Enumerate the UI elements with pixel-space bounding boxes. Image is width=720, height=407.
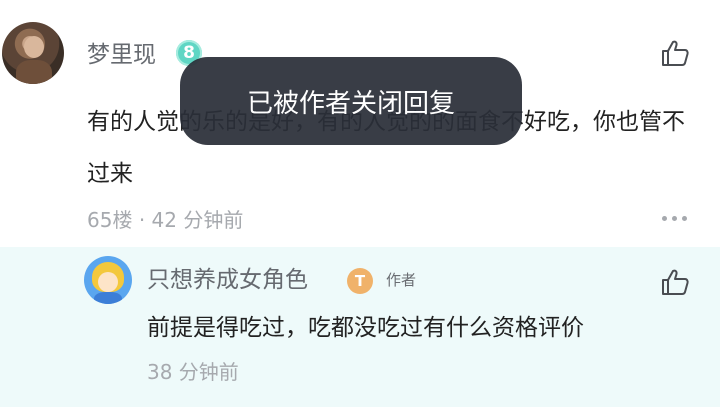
- commenter-avatar[interactable]: [2, 22, 64, 84]
- commenter-name[interactable]: 梦里现: [87, 40, 156, 70]
- reply-time: 38 分钟前: [147, 360, 239, 384]
- avatar-body: [16, 60, 52, 84]
- floor-number: 65楼: [87, 208, 133, 232]
- reply-author-avatar[interactable]: [84, 256, 132, 304]
- comment-meta: 65楼 · 42 分钟前: [87, 204, 243, 233]
- more-options-icon[interactable]: [662, 216, 688, 222]
- like-icon[interactable]: [660, 38, 690, 68]
- level-badge-icon: T: [347, 268, 373, 294]
- toast-message: 已被作者关闭回复: [180, 57, 522, 145]
- reply-text: 前提是得吃过，吃都没吃过有什么资格评价: [147, 315, 584, 341]
- reply-like-icon[interactable]: [660, 267, 690, 297]
- reply-author-name[interactable]: 只想养成女角色: [147, 265, 308, 295]
- author-tag: 作者: [386, 271, 417, 289]
- avatar-face: [24, 36, 44, 58]
- comment-time: 42 分钟前: [151, 208, 244, 232]
- avatar-face: [98, 272, 118, 292]
- meta-separator: ·: [138, 208, 146, 232]
- avatar-body: [94, 292, 122, 304]
